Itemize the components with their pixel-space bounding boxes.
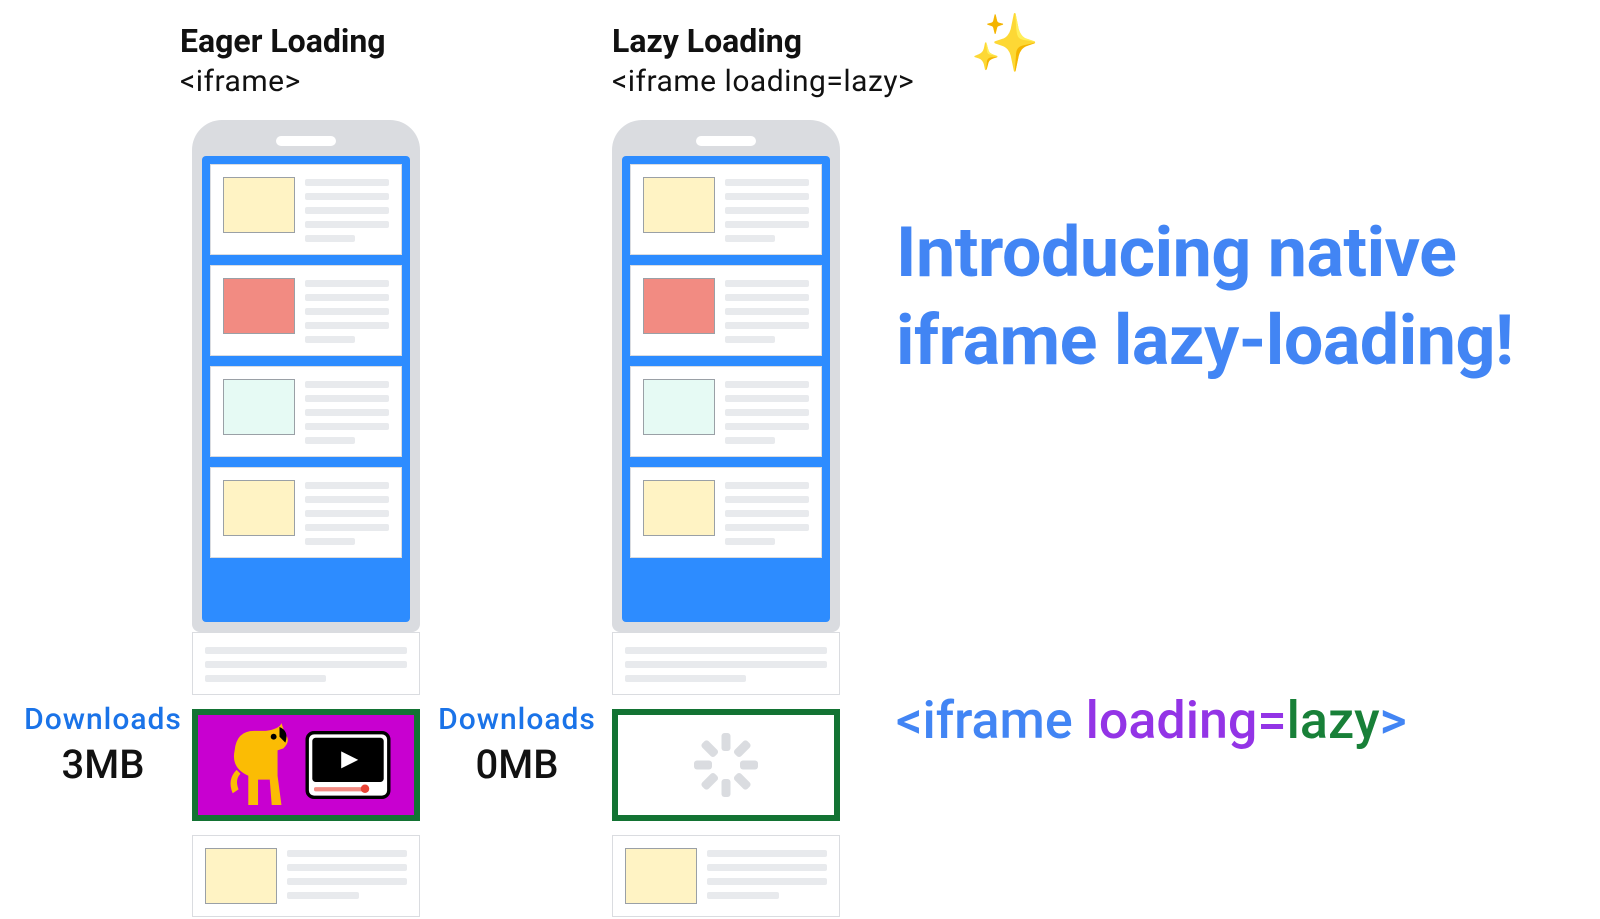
column-subtitle: <iframe> bbox=[180, 64, 386, 99]
list-item bbox=[210, 366, 402, 457]
phone-speaker bbox=[696, 136, 756, 146]
code-attr: loading= bbox=[1086, 690, 1287, 751]
text-lines bbox=[725, 480, 809, 545]
phone-screen bbox=[202, 156, 410, 622]
downloads-eager: Downloads 3MB bbox=[18, 702, 188, 788]
list-item bbox=[612, 632, 840, 695]
column-subtitle: <iframe loading=lazy> bbox=[612, 64, 914, 99]
thumbnail-icon bbox=[223, 177, 295, 233]
video-player-icon bbox=[305, 731, 391, 799]
list-item bbox=[630, 366, 822, 457]
thumbnail-icon bbox=[643, 278, 715, 334]
code-sample: <iframe loading=lazy> bbox=[896, 690, 1407, 751]
list-item bbox=[192, 835, 420, 917]
text-lines bbox=[305, 177, 389, 242]
phone-lazy bbox=[612, 120, 840, 632]
list-item bbox=[192, 632, 420, 695]
downloads-value: 3MB bbox=[18, 741, 188, 788]
overflow-content-eager bbox=[192, 632, 420, 917]
phone-speaker bbox=[276, 136, 336, 146]
overflow-content-lazy bbox=[612, 632, 840, 917]
thumbnail-icon bbox=[643, 379, 715, 435]
downloads-label: Downloads bbox=[18, 702, 188, 737]
thumbnail-icon bbox=[223, 278, 295, 334]
thumbnail-icon bbox=[643, 177, 715, 233]
phone-screen bbox=[622, 156, 830, 622]
thumbnail-icon bbox=[223, 379, 295, 435]
dog-icon bbox=[221, 721, 299, 809]
text-lines bbox=[725, 379, 809, 444]
column-title: Lazy Loading bbox=[612, 22, 914, 60]
diagram: Eager Loading <iframe> Lazy Loading <ifr… bbox=[0, 0, 1600, 919]
list-item bbox=[210, 467, 402, 558]
sparkles-icon: ✨ bbox=[970, 10, 1040, 76]
text-lines bbox=[625, 645, 827, 682]
downloads-value: 0MB bbox=[432, 741, 602, 788]
code-close: > bbox=[1380, 690, 1407, 751]
column-header-lazy: Lazy Loading <iframe loading=lazy> bbox=[612, 22, 914, 99]
thumbnail-icon bbox=[205, 848, 277, 904]
column-title: Eager Loading bbox=[180, 22, 386, 60]
list-item bbox=[612, 835, 840, 917]
iframe-loaded bbox=[192, 709, 420, 821]
code-tag: <iframe bbox=[896, 690, 1086, 751]
thumbnail-icon bbox=[223, 480, 295, 536]
list-item bbox=[630, 265, 822, 356]
text-lines bbox=[707, 848, 827, 904]
headline: Introducing native iframe lazy-loading! bbox=[896, 210, 1556, 385]
phone-eager bbox=[192, 120, 420, 632]
column-header-eager: Eager Loading <iframe> bbox=[180, 22, 386, 99]
downloads-lazy: Downloads 0MB bbox=[432, 702, 602, 788]
list-item bbox=[630, 164, 822, 255]
thumbnail-icon bbox=[625, 848, 697, 904]
code-value: lazy bbox=[1287, 690, 1380, 751]
iframe-placeholder bbox=[612, 709, 840, 821]
text-lines bbox=[305, 480, 389, 545]
downloads-label: Downloads bbox=[432, 702, 602, 737]
text-lines bbox=[287, 848, 407, 904]
text-lines bbox=[725, 177, 809, 242]
list-item bbox=[210, 265, 402, 356]
text-lines bbox=[205, 645, 407, 682]
text-lines bbox=[725, 278, 809, 343]
loading-spinner-icon bbox=[694, 733, 758, 797]
text-lines bbox=[305, 379, 389, 444]
thumbnail-icon bbox=[643, 480, 715, 536]
list-item bbox=[210, 164, 402, 255]
text-lines bbox=[305, 278, 389, 343]
list-item bbox=[630, 467, 822, 558]
